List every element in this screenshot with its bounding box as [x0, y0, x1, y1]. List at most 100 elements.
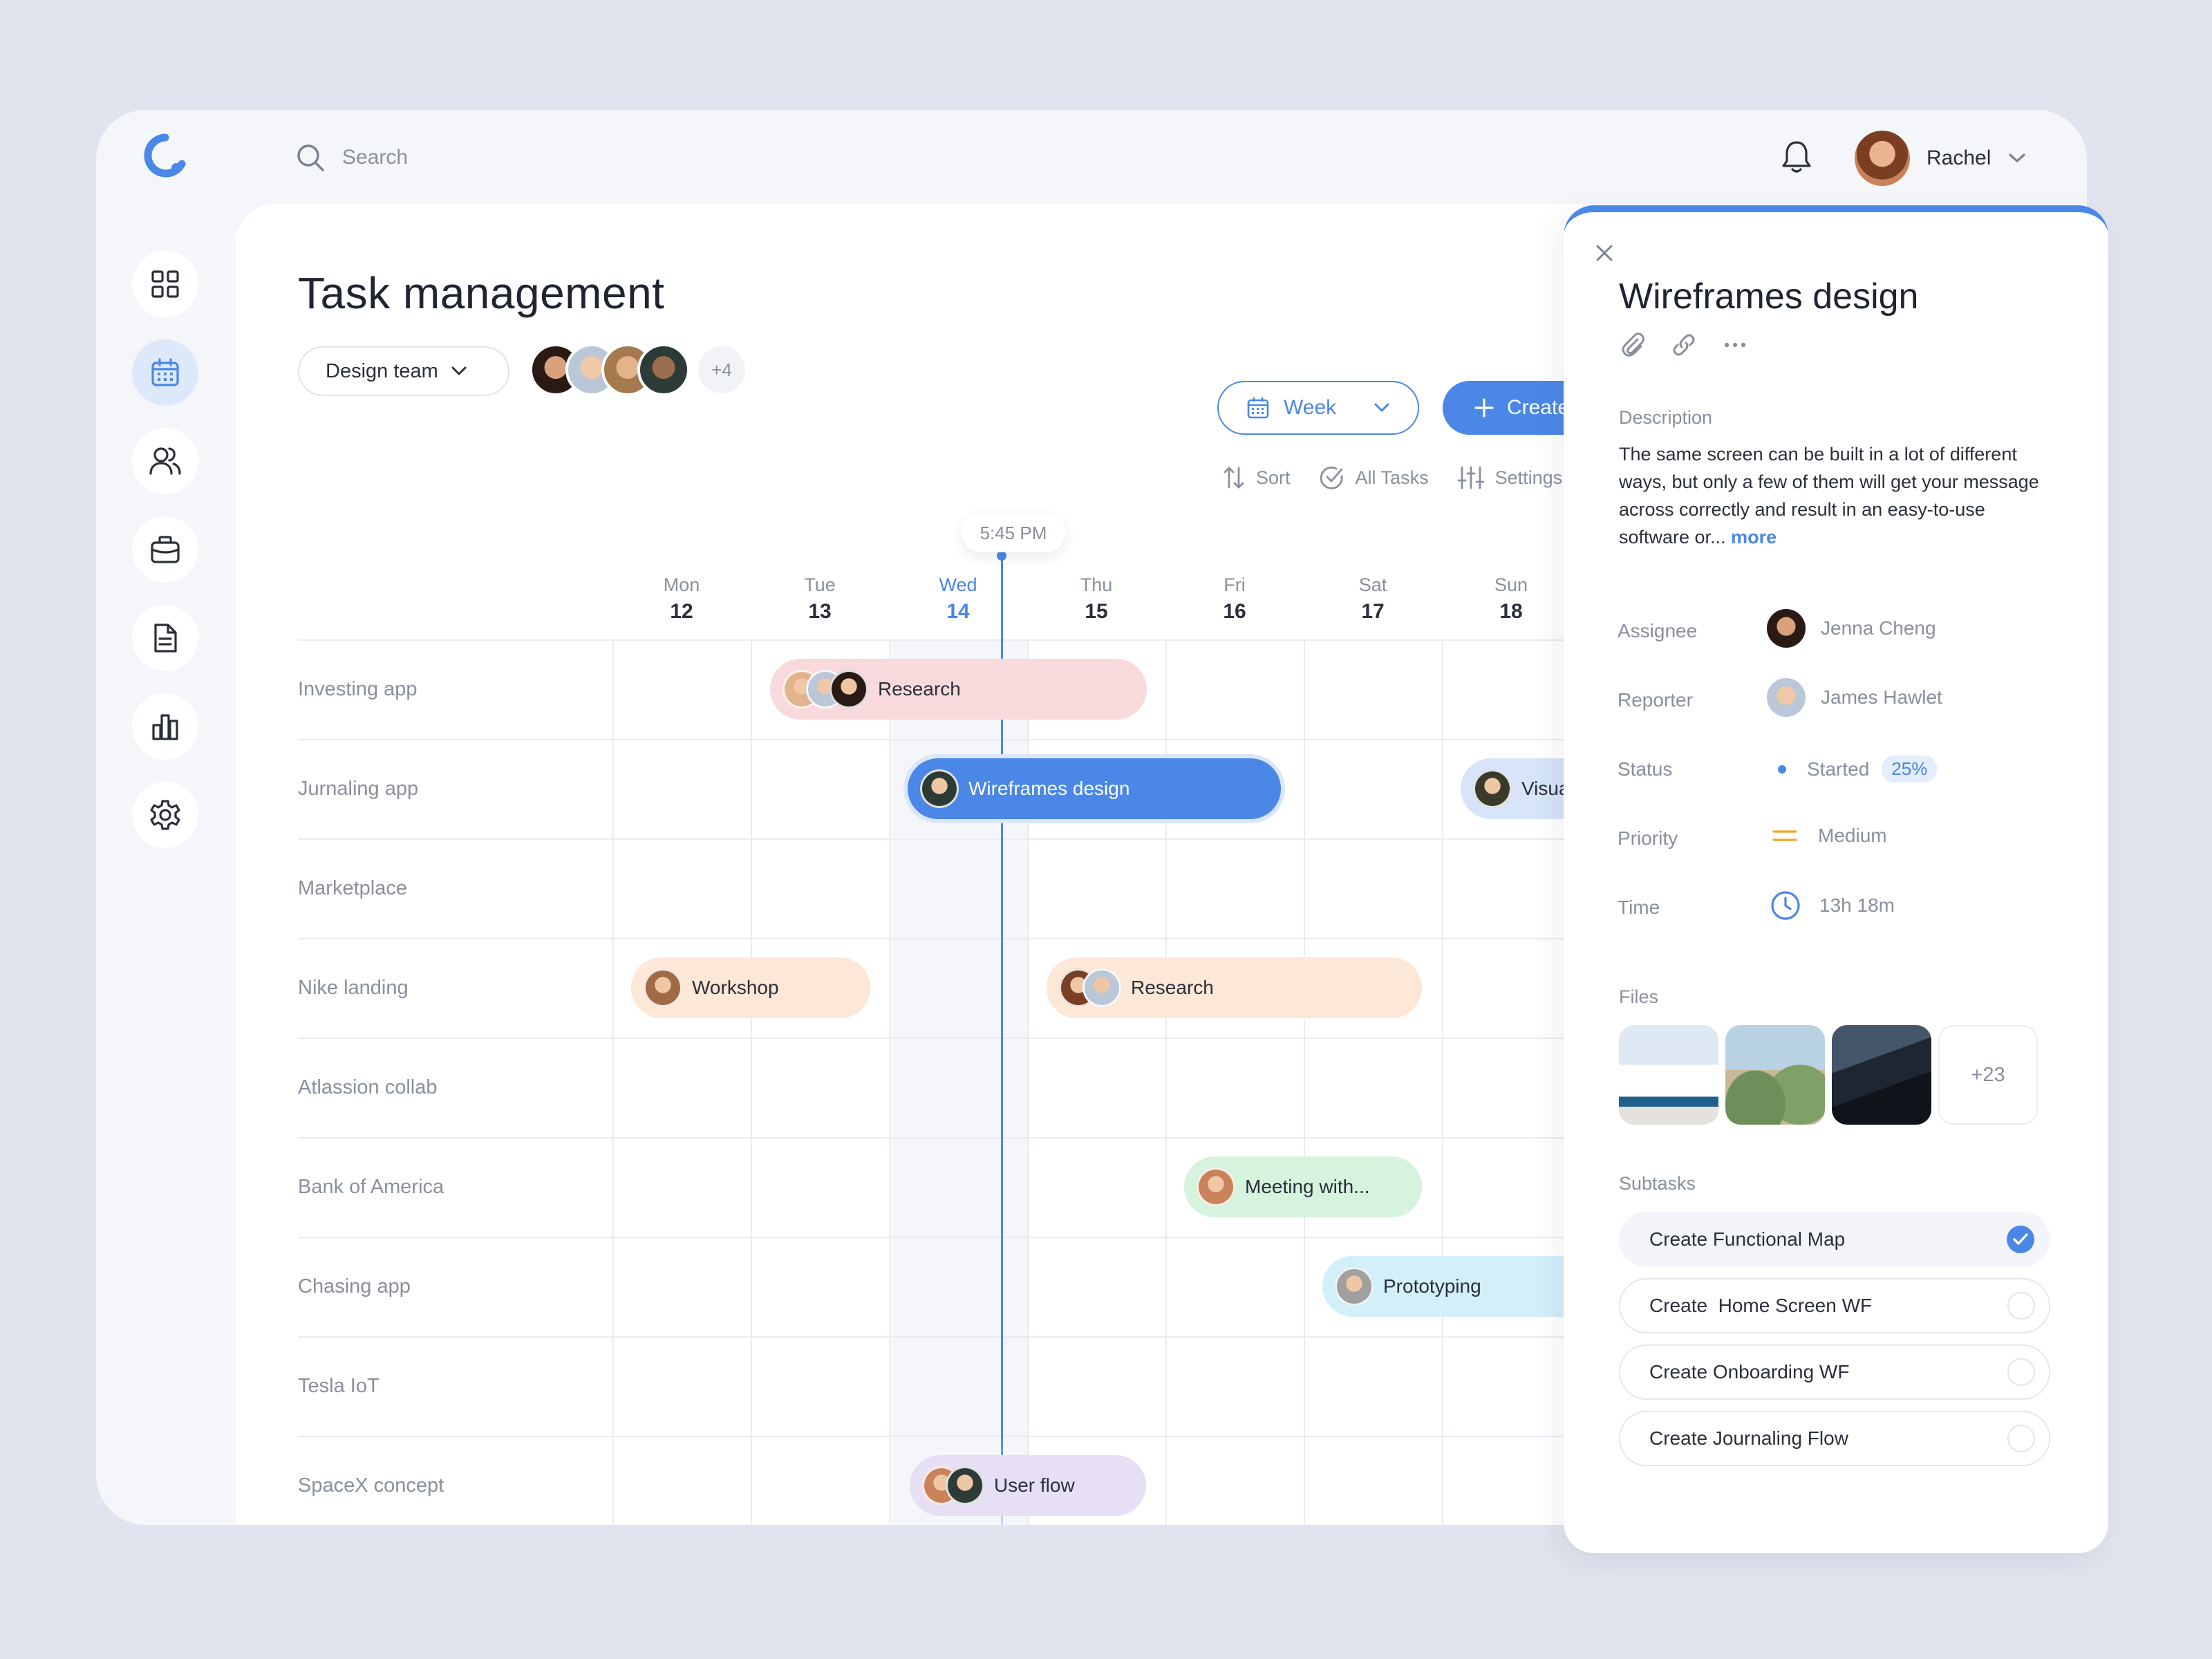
project-row-label[interactable]: Jurnaling app — [298, 775, 418, 803]
search-input[interactable]: Search — [342, 146, 408, 169]
checkbox-empty-icon[interactable] — [2007, 1358, 2035, 1386]
file-thumbnail[interactable] — [1832, 1025, 1931, 1125]
sidebar-item-documents[interactable] — [132, 605, 198, 671]
priority-text: Medium — [1818, 825, 1887, 846]
task-bar[interactable]: User flow — [910, 1455, 1146, 1516]
page-title: Task management — [298, 268, 665, 318]
sidebar-item-analytics[interactable] — [132, 693, 198, 760]
all-tasks-button[interactable]: All Tasks — [1320, 465, 1429, 490]
link-icon[interactable] — [1670, 331, 1698, 359]
more-members-count[interactable]: +4 — [698, 346, 745, 393]
chart-icon — [152, 714, 178, 740]
file-thumbnail[interactable] — [1725, 1025, 1825, 1125]
user-name: Rachel — [1927, 147, 1991, 169]
calendar-icon — [1247, 397, 1269, 419]
project-row-label[interactable]: Nike landing — [298, 974, 409, 1002]
day-header: Thu 15 — [1027, 574, 1165, 624]
team-members[interactable]: +4 — [529, 344, 745, 396]
priority-value[interactable]: Medium — [1771, 825, 1887, 847]
close-icon[interactable] — [1593, 241, 1616, 265]
day-name: Thu — [1080, 574, 1113, 595]
sort-button[interactable]: Sort — [1223, 465, 1291, 490]
task-bar[interactable]: Wireframes design — [908, 758, 1281, 819]
sidebar-item-projects[interactable] — [132, 516, 198, 583]
project-row-label[interactable]: SpaceX concept — [298, 1472, 444, 1499]
grid-row-divider — [298, 838, 1625, 840]
more-options-icon[interactable] — [1721, 331, 1749, 359]
subtasks-list: Create Functional Map Create Home Screen … — [1619, 1212, 2050, 1466]
search-bar[interactable]: Search — [295, 140, 408, 175]
current-time-label: 5:45 PM — [962, 514, 1065, 552]
project-row-label[interactable]: Investing app — [298, 675, 418, 703]
time-value[interactable]: 13h 18m — [1770, 890, 1895, 921]
app-logo[interactable] — [143, 133, 187, 178]
task-bar[interactable]: Research — [770, 659, 1147, 720]
notification-bell-icon[interactable] — [1780, 139, 1813, 175]
project-row-label[interactable]: Tesla IoT — [298, 1372, 379, 1400]
task-bar-label: Research — [878, 678, 961, 700]
priority-medium-icon — [1772, 830, 1797, 841]
subtask-item[interactable]: Create Home Screen WF — [1619, 1278, 2050, 1333]
project-row-label[interactable]: Marketplace — [298, 874, 407, 902]
subtask-label: Create Home Screen WF — [1649, 1295, 1873, 1316]
checkbox-empty-icon[interactable] — [2007, 1292, 2035, 1320]
checkbox-empty-icon[interactable] — [2007, 1425, 2035, 1452]
task-bar[interactable]: Workshop — [631, 957, 870, 1018]
day-date: 18 — [1499, 600, 1523, 623]
grid-row-divider — [298, 938, 1625, 939]
day-date: 17 — [1361, 600, 1385, 623]
user-menu[interactable]: Rachel — [1855, 131, 2027, 186]
description-text: The same screen can be built in a lot of… — [1619, 444, 2039, 547]
paperclip-icon[interactable] — [1619, 331, 1647, 359]
view-dropdown[interactable]: Week — [1217, 381, 1419, 435]
task-bar[interactable]: Meeting with... — [1184, 1156, 1422, 1217]
avatar — [1767, 678, 1806, 717]
time-label: Time — [1618, 897, 1660, 918]
reporter-value[interactable]: James Hawlet — [1767, 678, 1942, 717]
sidebar-item-calendar[interactable] — [132, 339, 198, 406]
grid-column-divider — [1304, 639, 1305, 1525]
more-link[interactable]: more — [1731, 527, 1777, 547]
subtask-label: Create Onboarding WF — [1649, 1361, 1850, 1382]
subtask-item[interactable]: Create Onboarding WF — [1619, 1344, 2050, 1400]
priority-label: Priority — [1618, 827, 1678, 849]
chevron-down-icon — [2007, 152, 2027, 165]
status-value[interactable]: Started 25% — [1778, 756, 1938, 782]
check-circle-icon — [1320, 466, 1343, 489]
grid-row-divider — [298, 739, 1625, 740]
file-thumbnail[interactable] — [1619, 1025, 1718, 1125]
day-date: 13 — [808, 600, 832, 623]
sidebar-item-settings[interactable] — [132, 782, 198, 848]
users-icon — [149, 447, 181, 475]
task-assignees — [1473, 769, 1512, 808]
settings-button[interactable]: Settings — [1457, 465, 1562, 490]
avatar — [644, 968, 682, 1007]
project-row-label[interactable]: Bank of America — [298, 1173, 444, 1201]
more-files-button[interactable]: +23 — [1938, 1025, 2038, 1125]
chevron-down-icon — [1374, 403, 1389, 412]
sidebar-item-dashboard[interactable] — [132, 251, 198, 317]
task-bar-label: Research — [1131, 977, 1214, 998]
sidebar-item-team[interactable] — [132, 428, 198, 494]
time-text: 13h 18m — [1819, 894, 1895, 916]
task-assignees — [644, 968, 682, 1007]
document-icon — [154, 624, 177, 653]
project-row-label[interactable]: Atlassion collab — [298, 1074, 438, 1101]
task-bar[interactable]: Research — [1047, 957, 1422, 1018]
subtask-item[interactable]: Create Functional Map — [1619, 1212, 2050, 1267]
files-list: +23 — [1619, 1025, 2038, 1125]
task-bar-label: Meeting with... — [1245, 1176, 1370, 1197]
project-row-label[interactable]: Chasing app — [298, 1273, 411, 1300]
day-date: 12 — [670, 600, 693, 623]
subtask-item[interactable]: Create Journaling Flow — [1619, 1411, 2050, 1466]
day-name: Sat — [1358, 574, 1387, 595]
avatar — [1767, 609, 1806, 648]
day-name: Sun — [1494, 574, 1528, 595]
assignee-label: Assignee — [1618, 620, 1698, 641]
team-dropdown[interactable]: Design team — [298, 346, 509, 396]
toolbar: Sort All Tasks Settings — [1223, 465, 1562, 490]
grid-row-divider — [298, 1038, 1625, 1039]
checkbox-checked-icon[interactable] — [2006, 1225, 2035, 1254]
assignee-value[interactable]: Jenna Cheng — [1767, 609, 1936, 648]
avatar — [637, 344, 690, 396]
